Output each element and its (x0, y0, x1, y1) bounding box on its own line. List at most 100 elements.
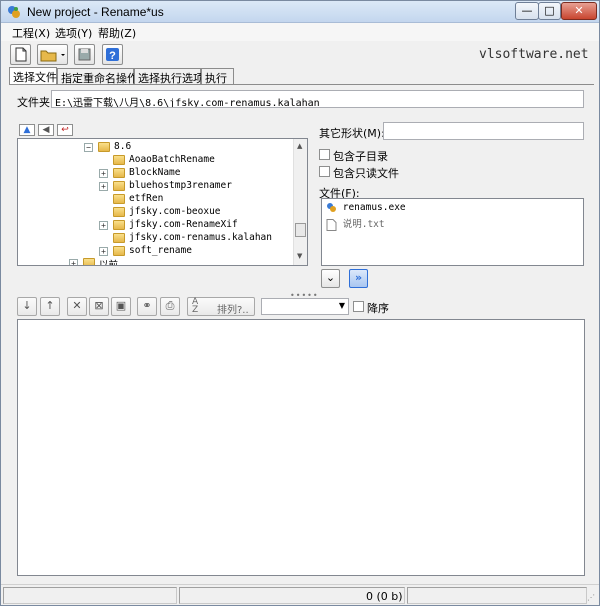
collapse-down-button[interactable]: ⌄ (321, 269, 340, 288)
status-segment: 0 (0 b) (179, 587, 405, 604)
expand-icon[interactable]: + (99, 247, 108, 256)
edit-button[interactable]: ▣ (111, 297, 131, 316)
tab-execution-options[interactable]: 选择执行选项 (134, 68, 204, 85)
folder-icon (98, 142, 110, 152)
scroll-thumb[interactable] (295, 223, 306, 237)
sort-button[interactable]: AZ 排列?.. (187, 297, 255, 316)
close-button[interactable]: ✕ (561, 2, 597, 20)
menu-options[interactable]: 选项(Y) (55, 25, 92, 41)
resize-grip-icon[interactable]: ⋰ (587, 593, 595, 602)
open-folder-icon (113, 233, 125, 243)
other-shapes-input[interactable] (383, 122, 584, 140)
tree-refresh-button[interactable]: ↩ (57, 124, 73, 136)
tree-scrollbar[interactable]: ▲ ▼ (293, 139, 307, 265)
tree-item-label: 以前 (99, 260, 119, 266)
menu-help[interactable]: 帮助(Z) (98, 25, 136, 41)
move-up-button[interactable]: ↑ (40, 297, 60, 316)
tree-back-button[interactable]: ◀ (38, 124, 54, 136)
expand-icon[interactable]: + (69, 259, 78, 265)
x-icon: ✕ (72, 299, 82, 312)
collapse-icon[interactable]: − (84, 143, 93, 152)
tab-rename-operations[interactable]: 指定重命名操作 (57, 68, 138, 85)
open-project-button[interactable] (37, 44, 68, 65)
find-button[interactable]: ⚭ (137, 297, 157, 316)
folder-icon (113, 207, 125, 217)
svg-text:?: ? (109, 50, 116, 62)
tab-select-files[interactable]: 选择文件 (9, 67, 57, 85)
folder-path-input[interactable]: E:\迅雷下载\八月\8.6\jfsky.com-renamus.kalahan (51, 90, 584, 108)
status-segment (3, 587, 177, 604)
include-subdirs-checkbox[interactable] (319, 149, 330, 160)
file-list[interactable]: renamus.exe 说明.txt (321, 198, 584, 266)
new-project-button[interactable] (10, 44, 31, 65)
minimize-button[interactable]: — (515, 2, 539, 20)
remove-button[interactable]: ✕ (67, 297, 87, 316)
title-bar[interactable]: New project - Rename*us — □ ✕ (1, 1, 599, 23)
folder-label: 文件夹: (17, 96, 54, 109)
sort-az-icon: AZ (192, 297, 199, 315)
open-folder-icon (40, 50, 65, 62)
exe-icon (327, 203, 336, 212)
tree-item-label: etfRen (129, 193, 164, 204)
text-file-icon (326, 218, 337, 231)
folder-tree[interactable]: − 8.6 AoaoBatchRename + BlockName + blue… (17, 138, 308, 266)
include-readonly-checkbox[interactable] (319, 166, 330, 177)
tree-item-label: 8.6 (114, 141, 132, 152)
include-readonly-label: 包含只读文件 (333, 167, 399, 180)
scroll-up-icon[interactable]: ▲ (297, 142, 302, 150)
sort-label: 排列?.. (217, 305, 249, 316)
expand-icon[interactable]: + (99, 169, 108, 178)
main-window: New project - Rename*us — □ ✕ 工程(X) 选项(Y… (0, 0, 600, 606)
return-arrow-icon: ↩ (61, 125, 69, 135)
status-bar: 0 (0 b) ⋰ (1, 584, 599, 605)
descending-checkbox[interactable] (353, 301, 364, 312)
tree-item-label: soft_rename (129, 245, 192, 256)
help-button[interactable]: ? (102, 44, 123, 65)
tree-up-button[interactable]: ▲ (19, 124, 35, 136)
tree-item-label: jfsky.com-RenameXif (129, 219, 238, 230)
other-shapes-label: 其它形状(M): (319, 127, 385, 140)
folder-icon (113, 246, 125, 256)
file-name: 说明.txt (342, 219, 385, 230)
list-item[interactable]: 说明.txt (326, 216, 385, 231)
window-title: New project - Rename*us (27, 5, 164, 19)
tab-execute[interactable]: 执行 (201, 68, 234, 85)
expand-icon[interactable]: + (99, 182, 108, 191)
help-icon: ? (106, 48, 119, 62)
folder-icon (113, 168, 125, 178)
arrow-up-icon: ↑ (45, 299, 55, 312)
include-subdirs-label: 包含子目录 (333, 150, 388, 163)
sort-field-select[interactable]: ▼ (261, 298, 349, 315)
scroll-down-icon[interactable]: ▼ (297, 252, 302, 260)
status-segment (407, 587, 587, 604)
double-chevron-down-icon: » (354, 271, 363, 284)
arrow-down-icon: ↓ (22, 299, 32, 312)
maximize-button[interactable]: □ (538, 2, 561, 20)
list-item[interactable]: renamus.exe (326, 202, 406, 213)
folder-icon (113, 155, 125, 165)
folder-icon (113, 194, 125, 204)
dropdown-arrow-icon: ▼ (338, 301, 345, 310)
print-button[interactable]: ⎙ (160, 297, 180, 316)
chevron-down-icon: ⌄ (325, 271, 336, 284)
back-arrow-icon: ◀ (42, 125, 50, 135)
binoculars-icon: ⚭ (142, 299, 152, 312)
folder-icon (113, 220, 125, 230)
folder-icon (113, 181, 125, 191)
rename-file-list[interactable] (17, 319, 585, 576)
brand-label: vlsoftware.net (479, 47, 589, 62)
descending-label: 降序 (367, 302, 389, 315)
add-files-button[interactable]: » (349, 269, 368, 288)
up-arrow-icon: ▲ (23, 125, 31, 135)
move-down-button[interactable]: ↓ (17, 297, 37, 316)
remove-all-button[interactable]: ⊠ (89, 297, 109, 316)
save-project-button[interactable] (74, 44, 95, 65)
menu-project[interactable]: 工程(X) (12, 25, 50, 41)
app-icon (8, 6, 20, 18)
tree-item-label: jfsky.com-beoxue (129, 206, 221, 217)
expand-icon[interactable]: + (99, 221, 108, 230)
menu-bar: 工程(X) 选项(Y) 帮助(Z) (1, 23, 599, 41)
clear-list-icon: ⊠ (94, 299, 104, 312)
file-name: renamus.exe (342, 202, 406, 213)
status-count: 0 (0 b) (366, 590, 403, 603)
